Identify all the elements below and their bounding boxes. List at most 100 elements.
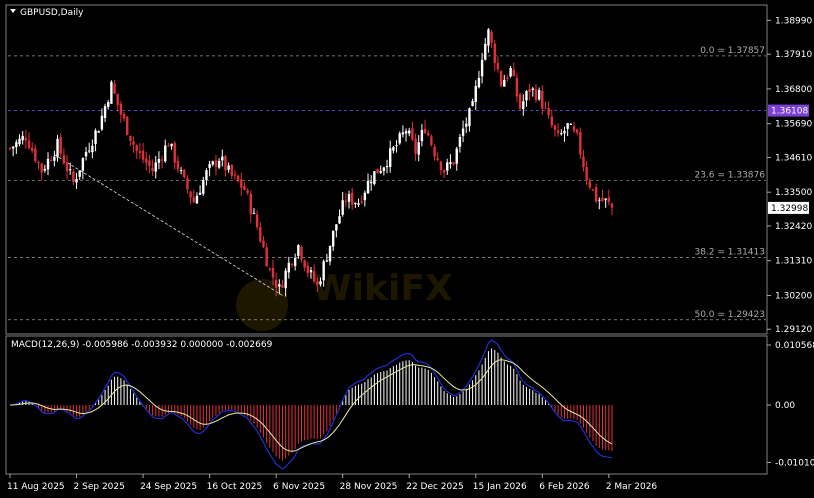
candle-body — [560, 133, 563, 135]
watermark-logo: WikiFX — [236, 268, 453, 331]
candle-body — [433, 146, 436, 157]
candle-body — [189, 191, 192, 198]
current-price-label: 1.32998 — [771, 204, 808, 214]
candle-body — [569, 123, 573, 125]
candle-body — [211, 161, 214, 165]
candle-body — [350, 192, 354, 205]
candle-body — [129, 135, 132, 141]
candle-body — [427, 133, 430, 136]
candle-body — [240, 179, 243, 188]
price-tick-label: 1.32420 — [775, 222, 812, 232]
candle-body — [18, 138, 21, 145]
candle-body — [198, 192, 202, 195]
trend-line — [54, 154, 283, 296]
candle-body — [148, 160, 151, 166]
candle-body — [116, 93, 119, 105]
candle-body — [236, 175, 240, 182]
candle-body — [227, 165, 230, 170]
candle-body — [195, 195, 199, 204]
time-tick-label: 16 Oct 2025 — [207, 482, 263, 492]
candle-body — [297, 244, 300, 256]
candle-body — [525, 91, 528, 101]
candle-body — [300, 246, 303, 260]
candle-body — [176, 160, 180, 170]
candle-body — [78, 170, 81, 177]
candle-body — [160, 159, 164, 161]
candle-body — [341, 200, 344, 215]
candle-body — [271, 267, 275, 278]
price-tick-label: 1.37910 — [775, 50, 812, 60]
candle-body — [65, 162, 69, 172]
candle-body — [287, 262, 291, 273]
candle-body — [59, 137, 62, 154]
candle-body — [607, 197, 611, 203]
candle-body — [331, 230, 335, 247]
candle-body — [490, 31, 493, 43]
candle-body — [157, 158, 161, 163]
candle-body — [113, 83, 116, 94]
candle-body — [46, 158, 50, 170]
candle-body — [306, 266, 310, 274]
candle-body — [398, 133, 401, 144]
marked-level-label: 1.36108 — [771, 107, 808, 117]
candle-body — [563, 130, 566, 134]
candle-body — [97, 131, 100, 133]
candle-body — [145, 158, 148, 163]
candle-body — [401, 132, 405, 135]
candle-body — [262, 240, 265, 248]
price-tick-label: 1.29120 — [775, 325, 812, 335]
candle-body — [53, 156, 56, 161]
candle-body — [480, 59, 484, 77]
time-tick-label: 15 Jan 2026 — [473, 482, 527, 492]
candle-body — [40, 163, 43, 173]
candle-body — [88, 150, 91, 152]
candle-body — [376, 168, 379, 174]
candle-body — [151, 167, 154, 172]
price-tick-label: 1.34610 — [775, 153, 812, 163]
collapse-arrow-icon[interactable] — [10, 9, 16, 13]
macd-tick-label: 0.00 — [775, 401, 795, 411]
price-tick-label: 1.33500 — [775, 188, 812, 198]
candle-body — [575, 129, 579, 133]
candle-body — [496, 62, 500, 70]
fib-level-label: 38.2 = 1.31413 — [694, 247, 765, 257]
fib-level-label: 23.6 = 1.33876 — [694, 170, 765, 180]
candle-body — [214, 160, 218, 167]
candle-body — [37, 161, 40, 163]
chart-title: GBPUSD,Daily — [20, 8, 84, 18]
candle-body — [395, 145, 398, 147]
candle-body — [265, 247, 268, 267]
candle-body — [281, 285, 284, 288]
candle-body — [518, 94, 522, 109]
candle-body — [512, 69, 515, 77]
macd-label: MACD(12,26,9) -0.005986 -0.003932 0.0000… — [11, 340, 273, 350]
candle-body — [566, 123, 569, 129]
candle-body — [439, 161, 443, 171]
candle-body — [119, 103, 123, 115]
candle-body — [243, 185, 246, 190]
price-tick-label: 1.35690 — [775, 120, 812, 130]
candle-body — [392, 147, 395, 151]
candle-body — [455, 148, 458, 164]
candle-body — [135, 145, 138, 152]
chart-window: WikiFX 0.0 = 1.37857 23.6 = 1.33876 38.2 =… — [0, 0, 814, 498]
time-tick-label: 2 Mar 2026 — [606, 482, 658, 492]
price-tick-label: 1.30200 — [775, 291, 812, 301]
candle-body — [72, 171, 75, 183]
candle-body — [366, 180, 370, 194]
candle-body — [21, 135, 24, 141]
candle-body — [468, 108, 471, 127]
macd-tick-label: -0.010108 — [775, 458, 814, 468]
candle-body — [233, 174, 237, 176]
macd-panel-frame — [5, 335, 768, 475]
candle-body — [509, 67, 512, 77]
candle-body — [293, 257, 297, 266]
candle-body — [588, 181, 592, 188]
candle-body — [69, 169, 72, 171]
candle-body — [284, 270, 287, 289]
candle-body — [312, 271, 316, 282]
candle-body — [91, 145, 94, 153]
candle-body — [515, 77, 519, 97]
candle-body — [107, 102, 110, 107]
candle-body — [141, 150, 145, 160]
